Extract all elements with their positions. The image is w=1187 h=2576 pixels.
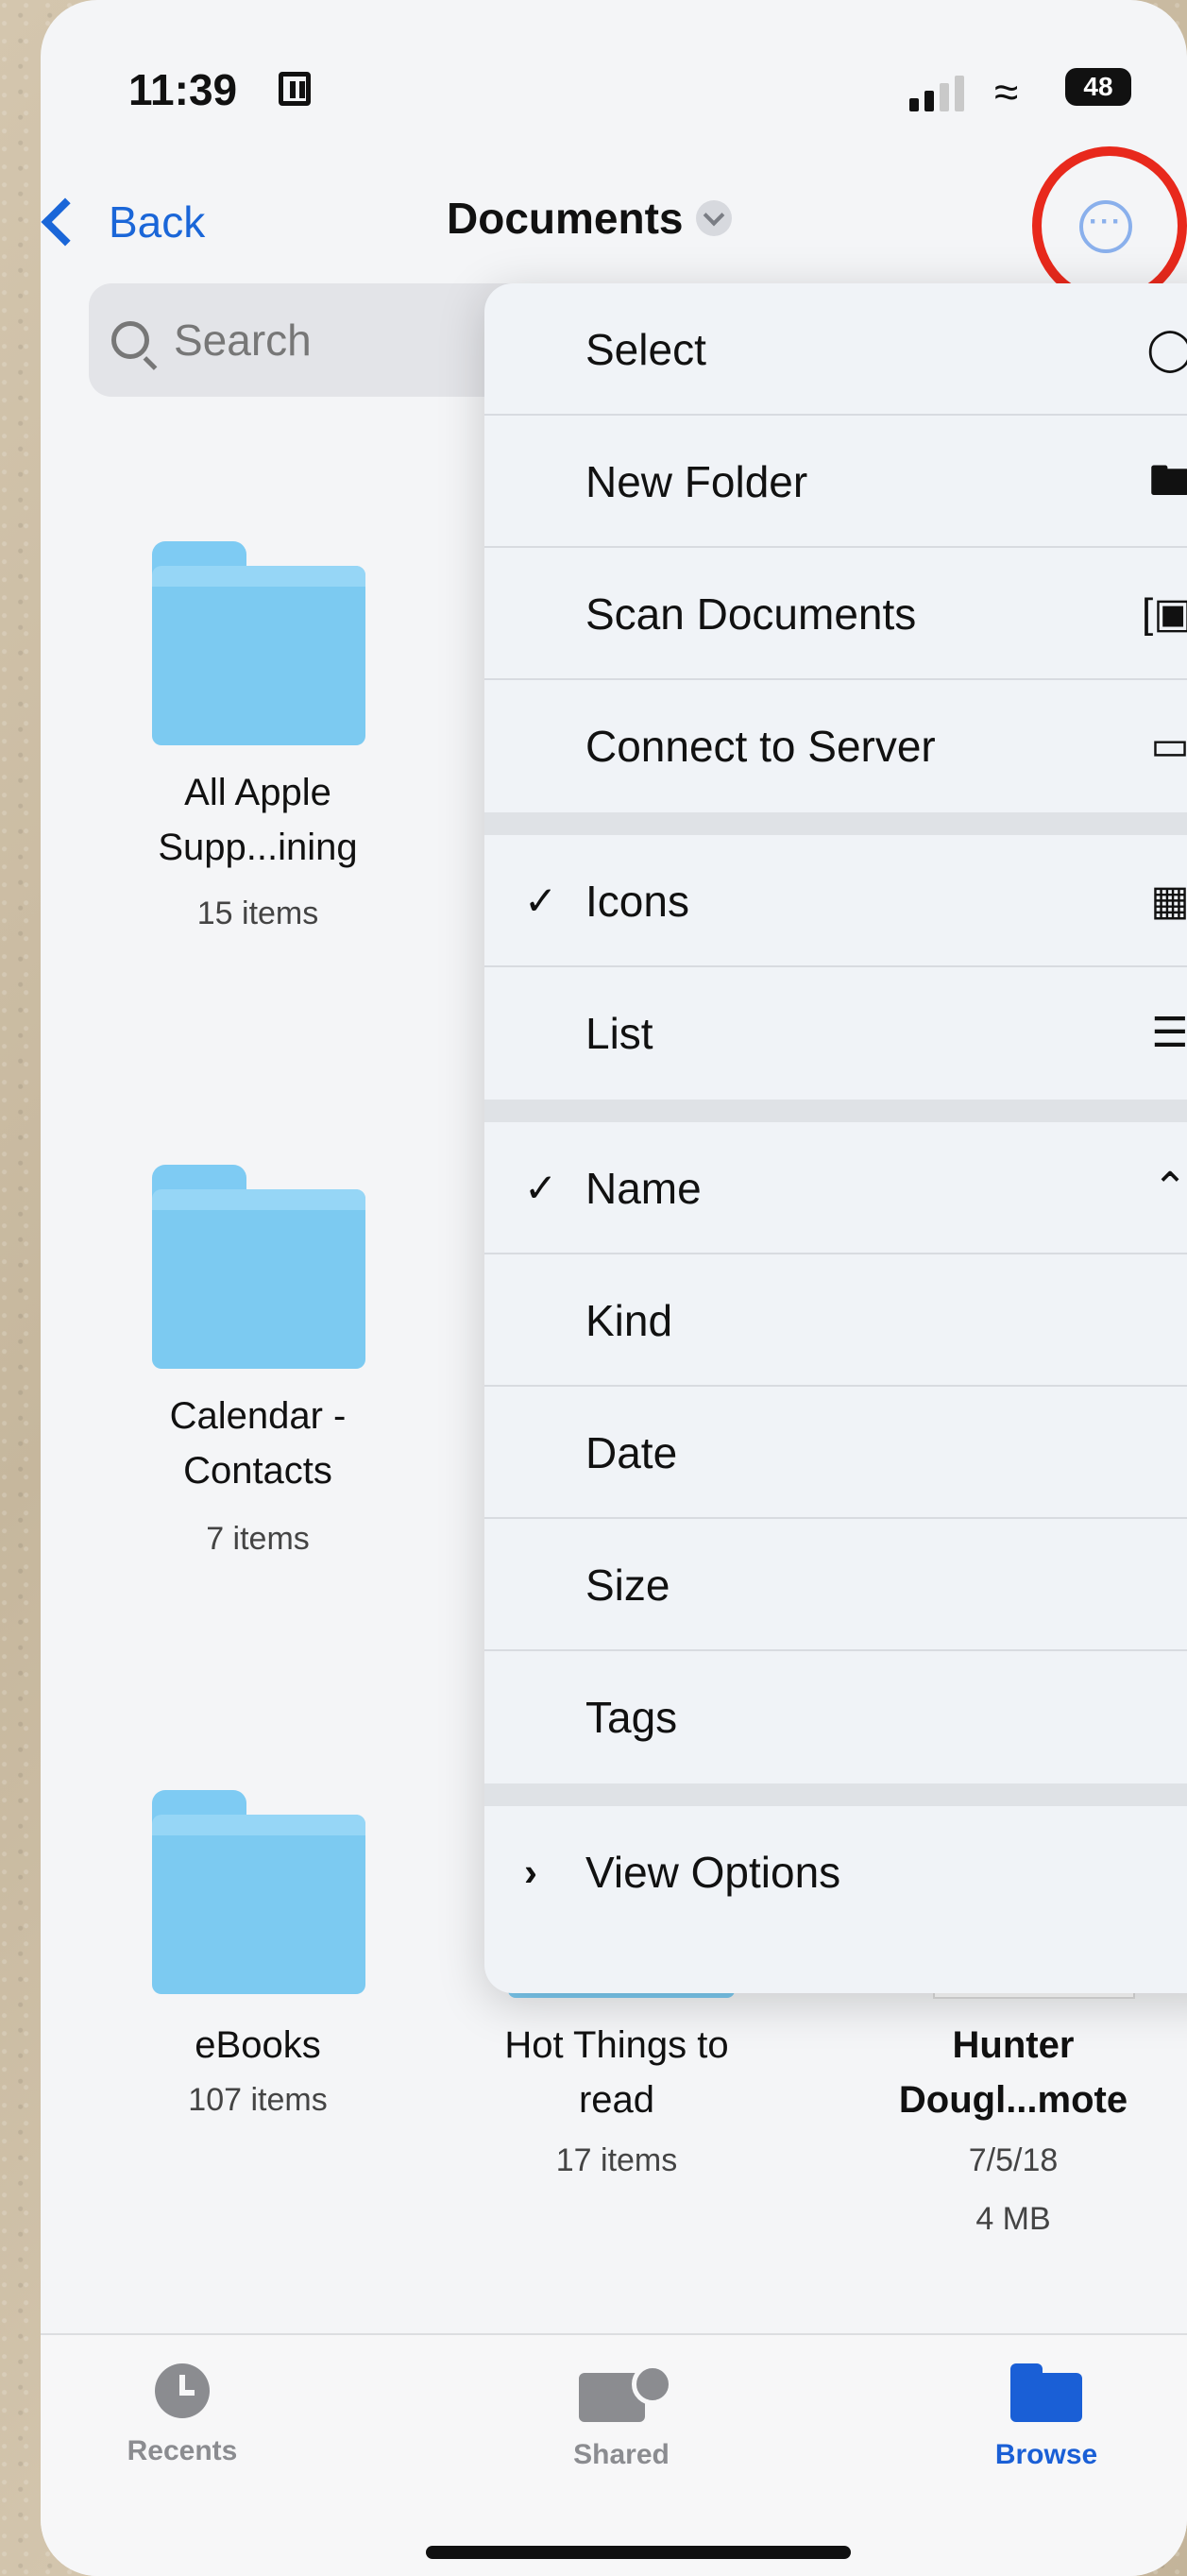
more-options-menu: Select ◯ New Folder 🖿 Scan Documents [▣]…	[484, 283, 1187, 1993]
chevron-right-icon: ›	[524, 1850, 537, 1894]
chevron-down-icon	[696, 200, 733, 236]
phone-screen: 11:39 ≈ 48 Back Documents ··· Search All…	[41, 0, 1187, 2576]
page-title: Documents	[447, 194, 684, 243]
folder-name[interactable]: All Apple Supp...ining	[78, 765, 437, 875]
folder-name[interactable]: Calendar - Contacts	[78, 1389, 437, 1498]
menu-divider	[484, 1100, 1187, 1122]
file-name[interactable]: Hunter Dougl...mote	[834, 2018, 1187, 2127]
file-size: 4 MB	[975, 2201, 1051, 2237]
wifi-icon: ≈	[994, 67, 1019, 116]
back-label: Back	[109, 197, 206, 247]
sim-card-icon	[279, 72, 311, 106]
menu-divider	[484, 812, 1187, 835]
display-icon: ▭	[1150, 723, 1187, 769]
menu-item-sort-kind[interactable]: Kind	[484, 1254, 1187, 1387]
battery-level: 48	[1083, 72, 1113, 101]
grid-icon: ▦	[1150, 878, 1187, 924]
folder-plus-icon: 🖿	[1149, 458, 1187, 504]
chevron-up-icon: ⌃	[1152, 1165, 1187, 1211]
home-indicator	[426, 2546, 851, 2559]
checkmark-circle-icon: ◯	[1146, 326, 1187, 372]
menu-item-connect-to-server[interactable]: Connect to Server ▭	[484, 680, 1187, 812]
folder-icon[interactable]	[152, 541, 365, 745]
signal-icon	[909, 74, 975, 111]
folder-icon[interactable]	[152, 1790, 365, 1994]
folder-meta: 15 items	[196, 896, 319, 931]
folder-icon	[1010, 2363, 1082, 2422]
menu-divider	[484, 1783, 1187, 1806]
highlight-circle	[1032, 146, 1187, 305]
status-bar: 11:39 ≈ 48	[41, 0, 1187, 179]
folder-meta: 7 items	[206, 1521, 310, 1557]
clock-icon	[155, 2363, 210, 2418]
back-button[interactable]: Back	[41, 189, 205, 255]
folder-name[interactable]: Hot Things to read	[456, 2018, 777, 2127]
folder-name[interactable]: eBooks	[78, 2018, 437, 2073]
menu-item-sort-tags[interactable]: Tags	[484, 1651, 1187, 1783]
menu-item-sort-date[interactable]: Date	[484, 1387, 1187, 1519]
folder-meta: 17 items	[555, 2142, 678, 2178]
folder-meta: 107 items	[188, 2082, 328, 2118]
menu-item-new-folder[interactable]: New Folder 🖿	[484, 416, 1187, 548]
file-date: 7/5/18	[968, 2142, 1059, 2178]
menu-item-sort-name[interactable]: ✓ Name ⌃	[484, 1122, 1187, 1254]
tab-recents[interactable]: Recents	[69, 2363, 296, 2467]
menu-item-sort-size[interactable]: Size	[484, 1519, 1187, 1651]
menu-item-select[interactable]: Select ◯	[484, 283, 1187, 416]
menu-item-scan-documents[interactable]: Scan Documents [▣]	[484, 548, 1187, 680]
menu-item-list[interactable]: List ☰	[484, 967, 1187, 1100]
chevron-left-icon	[41, 197, 90, 247]
shared-folder-icon	[579, 2363, 673, 2422]
doc-viewfinder-icon: [▣]	[1142, 590, 1187, 637]
search-icon	[111, 321, 149, 359]
checkmark-icon: ✓	[524, 879, 558, 923]
status-time: 11:39	[128, 65, 238, 114]
menu-item-view-options[interactable]: › View Options	[484, 1806, 1187, 1938]
battery-icon: 48	[1065, 68, 1131, 106]
checkmark-icon: ✓	[524, 1166, 558, 1210]
folder-icon[interactable]	[152, 1165, 365, 1369]
tab-shared[interactable]: Shared	[508, 2363, 735, 2471]
tab-browse[interactable]: Browse	[933, 2363, 1160, 2471]
list-icon: ☰	[1151, 1010, 1187, 1056]
search-placeholder: Search	[174, 316, 312, 365]
page-title-button[interactable]: Documents	[447, 193, 733, 244]
tab-bar: Recents Shared Browse	[41, 2333, 1187, 2576]
menu-item-icons[interactable]: ✓ Icons ▦	[484, 835, 1187, 967]
